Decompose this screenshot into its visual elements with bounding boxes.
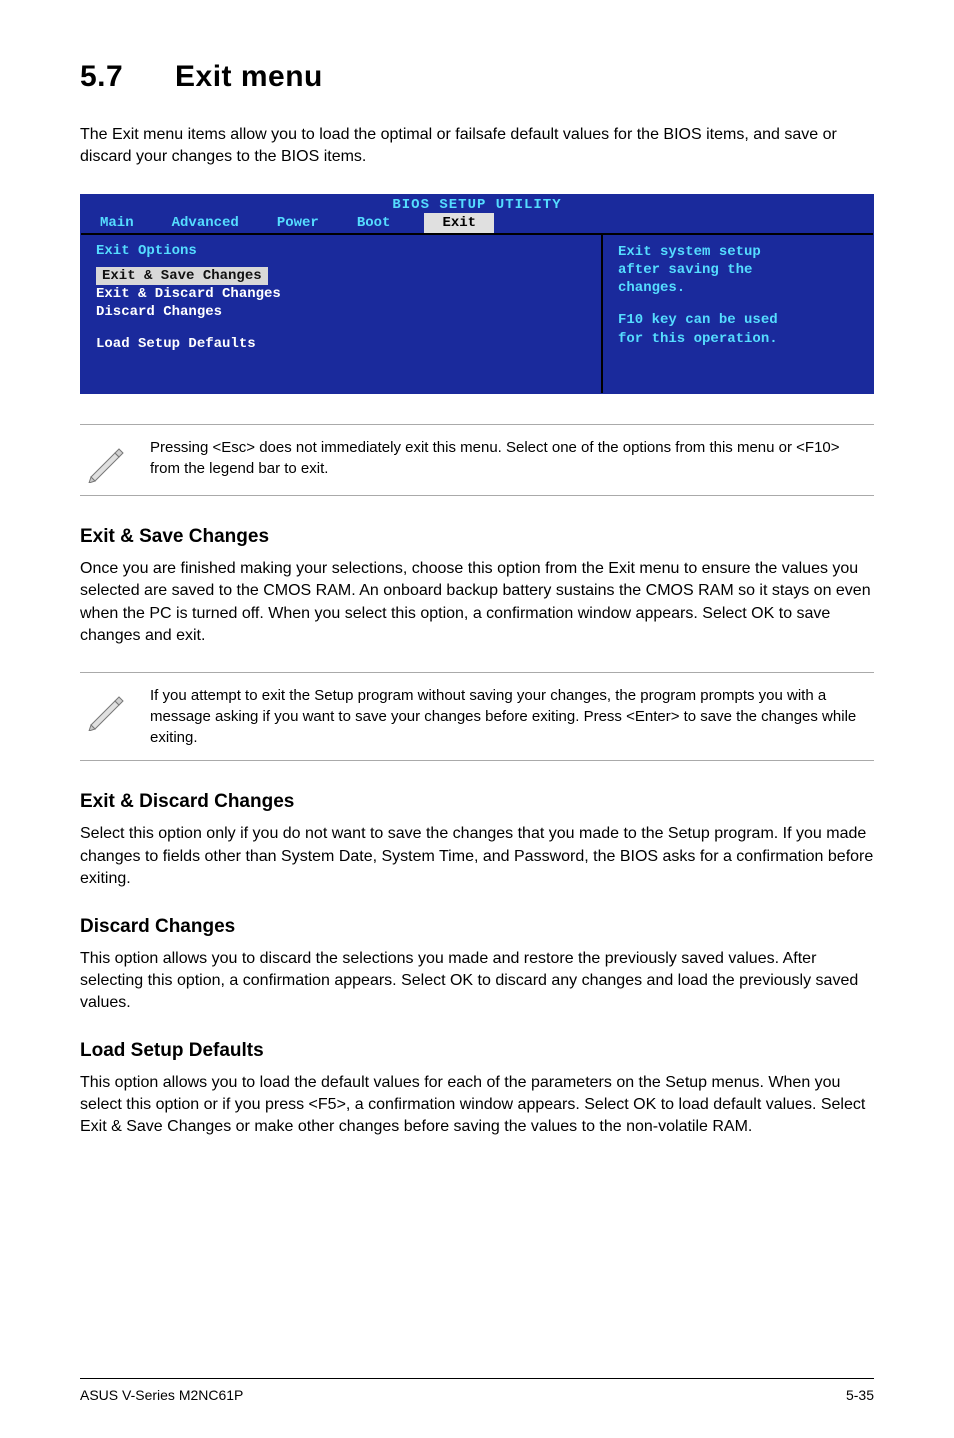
note-text-2: If you attempt to exit the Setup program…	[150, 685, 869, 748]
section-title-text: Exit menu	[175, 60, 323, 93]
bios-exit-options-heading: Exit Options	[96, 243, 586, 259]
intro-paragraph: The Exit menu items allow you to load th…	[80, 124, 874, 169]
subheading-load-defaults: Load Setup Defaults	[80, 1040, 874, 1062]
body-discard: This option allows you to discard the se…	[80, 948, 874, 1015]
bios-item-discard: Discard Changes	[96, 303, 586, 321]
bios-help-line: after saving the	[618, 261, 858, 279]
pencil-note-icon	[85, 685, 130, 731]
subheading-exit-save: Exit & Save Changes	[80, 526, 874, 548]
section-number: 5.7	[80, 60, 175, 94]
bios-right-panel: Exit system setup after saving the chang…	[603, 235, 873, 393]
bios-item-save: Exit & Save Changes	[96, 267, 268, 285]
pencil-note-icon	[85, 437, 130, 483]
bios-item-discard-exit: Exit & Discard Changes	[96, 285, 586, 303]
bios-help-line: for this operation.	[618, 330, 858, 348]
footer-left: ASUS V-Series M2NC61P	[80, 1387, 243, 1403]
bios-tab-boot: Boot	[353, 213, 395, 233]
bios-help-line: changes.	[618, 279, 858, 297]
bios-tab-exit: Exit	[424, 213, 494, 233]
bios-tab-main: Main	[96, 213, 138, 233]
bios-body: Exit Options Exit & Save Changes Exit & …	[81, 233, 873, 393]
bios-item-load-defaults: Load Setup Defaults	[96, 335, 586, 353]
bios-screenshot: BIOS SETUP UTILITY Main Advanced Power B…	[80, 194, 874, 394]
note-block-2: If you attempt to exit the Setup program…	[80, 672, 874, 761]
bios-help-line: Exit system setup	[618, 243, 858, 261]
footer-right: 5-35	[846, 1387, 874, 1403]
bios-left-panel: Exit Options Exit & Save Changes Exit & …	[81, 235, 603, 393]
subheading-exit-discard: Exit & Discard Changes	[80, 791, 874, 813]
body-load-defaults: This option allows you to load the defau…	[80, 1072, 874, 1139]
bios-tab-advanced: Advanced	[168, 213, 243, 233]
section-heading: 5.7Exit menu	[80, 60, 874, 94]
note-text-1: Pressing <Esc> does not immediately exit…	[150, 437, 869, 479]
body-exit-discard: Select this option only if you do not wa…	[80, 823, 874, 890]
page-footer: ASUS V-Series M2NC61P 5-35	[80, 1378, 874, 1403]
subheading-discard: Discard Changes	[80, 916, 874, 938]
bios-title: BIOS SETUP UTILITY	[81, 195, 873, 213]
bios-tab-power: Power	[273, 213, 323, 233]
bios-help-line: F10 key can be used	[618, 311, 858, 329]
note-block-1: Pressing <Esc> does not immediately exit…	[80, 424, 874, 496]
bios-tab-bar: Main Advanced Power Boot Exit	[81, 213, 873, 233]
body-exit-save: Once you are finished making your select…	[80, 558, 874, 648]
